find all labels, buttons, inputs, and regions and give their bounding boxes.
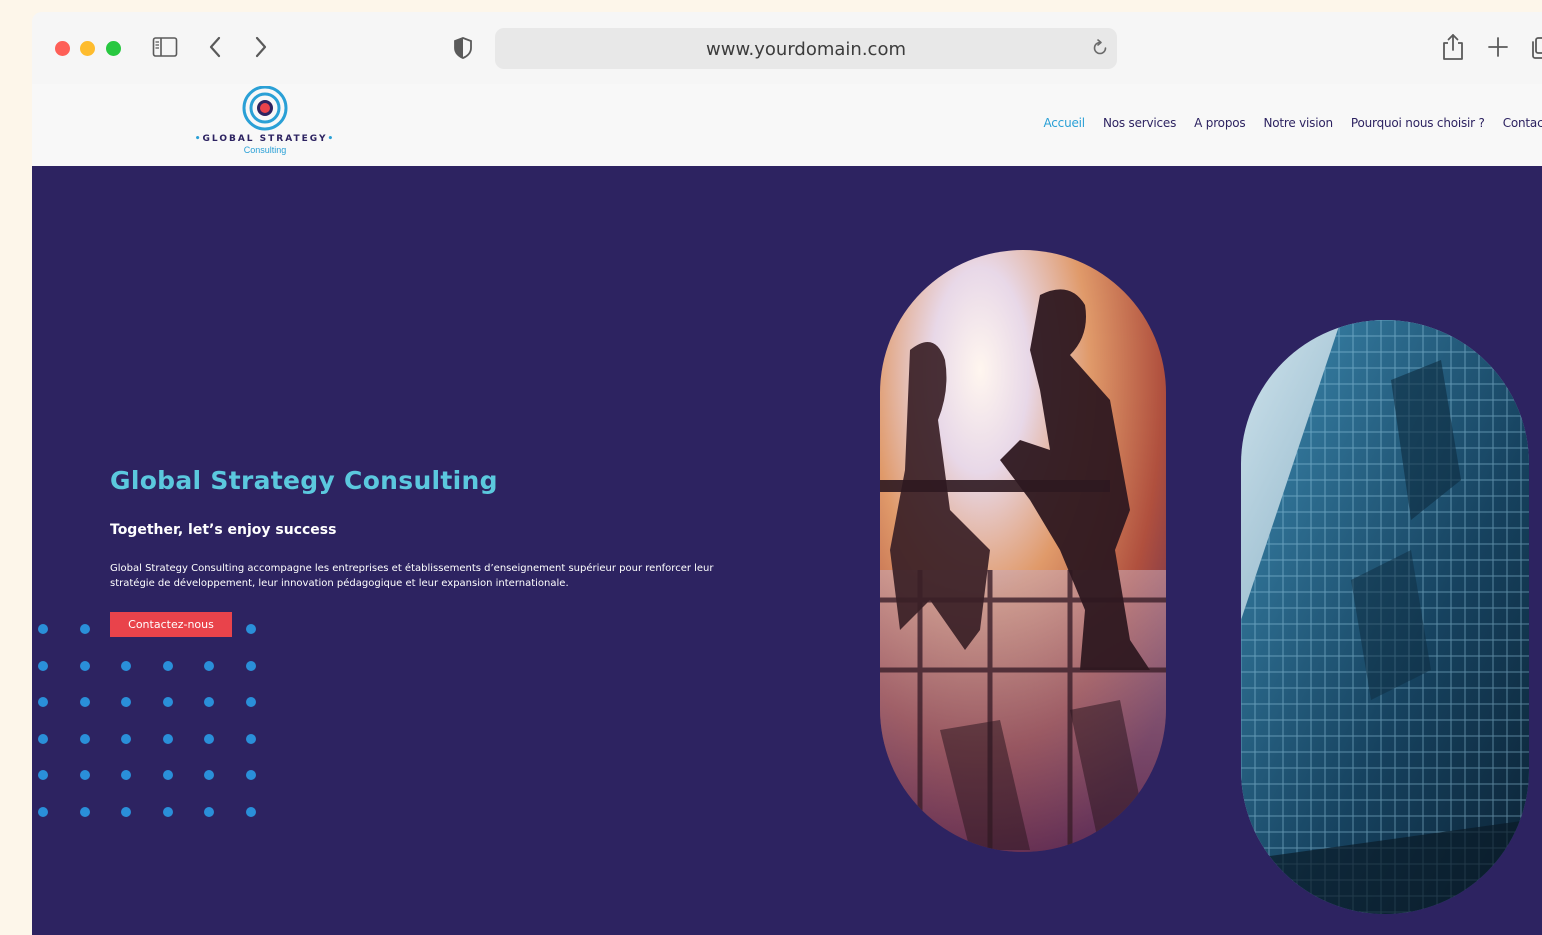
site-header: •GLOBAL STRATEGY• Consulting Accueil Nos… <box>32 84 1542 166</box>
address-bar[interactable]: www.yourdomain.com <box>495 28 1117 69</box>
minimize-window-button[interactable] <box>80 41 95 56</box>
shield-icon[interactable] <box>452 36 474 60</box>
hero-title: Global Strategy Consulting <box>110 466 498 495</box>
meeting-silhouette-image <box>880 250 1166 852</box>
sidebar-icon[interactable] <box>152 36 178 58</box>
main-nav: Accueil Nos services A propos Notre visi… <box>1025 116 1542 130</box>
url-text: www.yourdomain.com <box>706 39 906 60</box>
zoom-window-button[interactable] <box>106 41 121 56</box>
nav-item-services[interactable]: Nos services <box>1103 116 1176 130</box>
back-icon[interactable] <box>204 34 226 60</box>
nav-item-vision[interactable]: Notre vision <box>1263 116 1333 130</box>
nav-item-accueil[interactable]: Accueil <box>1043 116 1085 130</box>
logo[interactable]: •GLOBAL STRATEGY• Consulting <box>192 84 338 166</box>
close-window-button[interactable] <box>55 41 70 56</box>
browser-toolbar: www.yourdomain.com <box>32 12 1542 84</box>
decorative-dot-grid <box>38 624 256 817</box>
nav-item-pourquoi[interactable]: Pourquoi nous choisir ? <box>1351 116 1485 130</box>
share-icon[interactable] <box>1440 32 1466 62</box>
skyscraper-image <box>1241 320 1529 914</box>
logo-title: •GLOBAL STRATEGY• <box>194 134 336 144</box>
reload-icon[interactable] <box>1089 37 1111 59</box>
forward-icon[interactable] <box>250 34 272 60</box>
nav-item-a-propos[interactable]: A propos <box>1194 116 1245 130</box>
target-logo-icon <box>242 86 288 131</box>
tabs-icon[interactable] <box>1528 36 1542 60</box>
hero-tagline: Together, let’s enjoy success <box>110 522 337 538</box>
hero-description: Global Strategy Consulting accompagne le… <box>110 563 714 589</box>
hero-section: Global Strategy Consulting Together, let… <box>32 166 1542 935</box>
contact-cta-button[interactable]: Contactez-nous <box>110 612 232 637</box>
logo-subtitle: Consulting <box>243 145 287 155</box>
browser-window: www.yourdomain.com •GLOBAL STRATEGY• Con… <box>32 12 1542 935</box>
nav-item-contact[interactable]: Contact <box>1503 116 1542 130</box>
plus-icon[interactable] <box>1486 34 1510 60</box>
